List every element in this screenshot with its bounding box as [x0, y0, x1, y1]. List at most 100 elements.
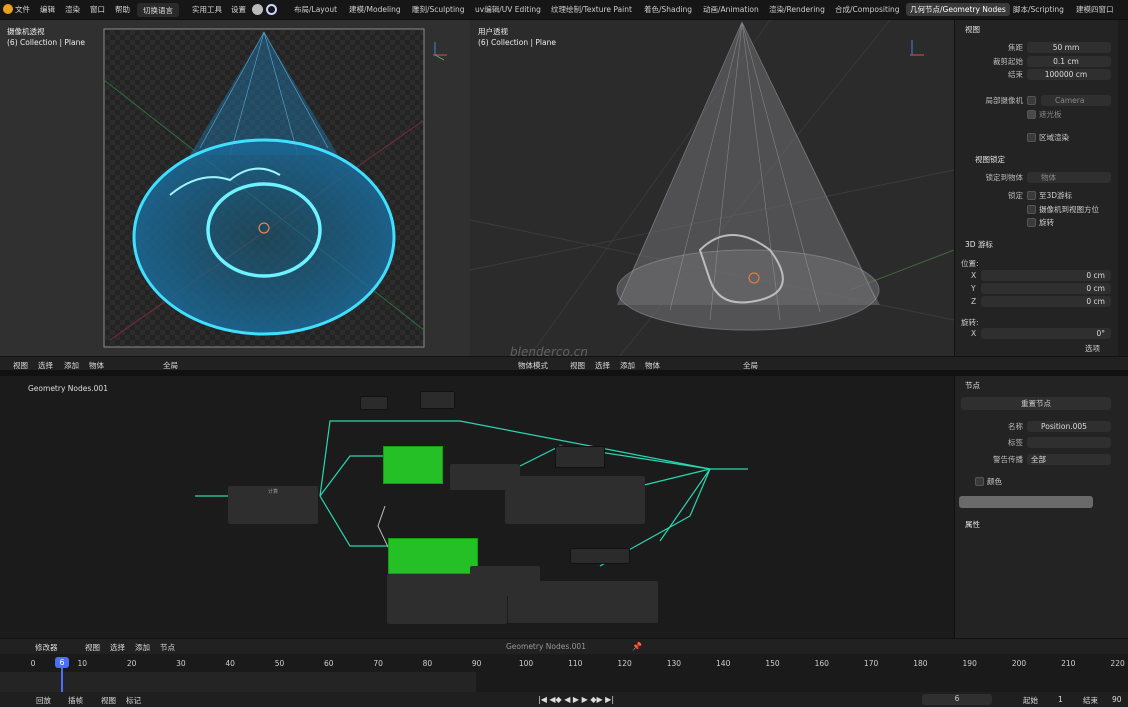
menu-render[interactable]: 渲染 [65, 4, 80, 15]
lock-object-label: 锁定到物体 [985, 173, 1024, 182]
reset-node-button[interactable]: 重置节点 [961, 397, 1111, 410]
section-view-lock[interactable]: 视图锁定 [975, 154, 1005, 165]
camera-scene-graphic [103, 28, 447, 348]
rotation-x-row: X 0° [955, 328, 1115, 341]
header-modifier[interactable]: 修改器 [35, 642, 58, 653]
tab-uv-editing[interactable]: uv编辑/UV Editing [475, 4, 541, 15]
tab-modeling[interactable]: 建模/Modeling [349, 4, 401, 15]
sidebar-tabs[interactable] [1118, 20, 1128, 356]
lock-camera-row: 摄像机到视图方位 [955, 204, 1115, 217]
timeline[interactable]: 6 0 10 20 30 40 50 60 70 80 90 100 110 120 130 140 150 1… [0, 654, 1128, 692]
playback-controls[interactable]: |◀ ◀◆ ◀ ▶ ▶ ◆▶ ▶| [538, 695, 614, 704]
tab-sculpting[interactable]: 雕刻/Sculpting [412, 4, 465, 15]
gear-icon[interactable] [252, 4, 263, 15]
tab-layout[interactable]: 布局/Layout [294, 4, 337, 15]
tab-compositing[interactable]: 合成/Compositing [835, 4, 900, 15]
header-view[interactable]: 视图 [85, 642, 100, 653]
frame-label: 计算 [268, 489, 279, 495]
timeline-tick: 30 [176, 659, 186, 668]
pin-icon[interactable]: 📌 [632, 642, 642, 651]
tab-scripting[interactable]: 脚本/Scripting [1013, 4, 1064, 15]
end-field[interactable]: 90 [1112, 695, 1122, 704]
tab-shading[interactable]: 着色/Shading [644, 4, 692, 15]
node-frame[interactable] [505, 476, 645, 524]
color-checkbox[interactable] [975, 477, 984, 486]
tab-geometry-nodes[interactable]: 几何节点/Geometry Nodes [906, 3, 1010, 16]
tab-animation[interactable]: 动画/Animation [703, 4, 759, 15]
section-view[interactable]: 视图 [965, 24, 980, 35]
warning-dropdown[interactable]: 全部 [1027, 454, 1111, 465]
timeline-range [0, 672, 476, 692]
tab-texture-paint[interactable]: 纹理绘制/Texture Paint [551, 4, 632, 15]
timeline-tick: 40 [225, 659, 235, 668]
menu-tools[interactable]: 实用工具 [192, 4, 222, 15]
lock-rotation-label: 旋转 [1039, 218, 1054, 227]
marker-menu[interactable]: 标记 [126, 695, 141, 706]
cursor-y-field[interactable]: 0 cm [981, 283, 1111, 294]
menu-edit[interactable]: 编辑 [40, 4, 55, 15]
color-swatch[interactable] [959, 496, 1093, 508]
menu-file[interactable]: 文件 [15, 4, 30, 15]
cursor-z-field[interactable]: 0 cm [981, 296, 1111, 307]
section-3d-cursor[interactable]: 3D 游标 [965, 239, 993, 250]
timeline-tick: 60 [324, 659, 334, 668]
clip-start-field[interactable]: 0.1 cm [1027, 56, 1111, 67]
passepartout-checkbox[interactable] [1027, 110, 1036, 119]
node-box[interactable] [570, 548, 630, 564]
start-field[interactable]: 1 [1058, 695, 1063, 704]
focal-field[interactable]: 50 mm [1027, 42, 1111, 53]
green-node-frame[interactable] [383, 446, 443, 484]
timeline-tick: 190 [962, 659, 977, 668]
header-select[interactable]: 选择 [110, 642, 125, 653]
header-add[interactable]: 添加 [135, 642, 150, 653]
lock-camera-checkbox[interactable] [1027, 205, 1036, 214]
user-viewport[interactable]: 用户透视 (6) Collection | Plane blenderco.cn [470, 20, 954, 359]
playback-menu[interactable]: 回放 [36, 695, 51, 706]
switch-language-button[interactable]: 切换语言 [137, 3, 179, 17]
lock-rotation-checkbox[interactable] [1027, 218, 1036, 227]
node-tree-selector[interactable]: Geometry Nodes.001 [506, 642, 586, 651]
blender-icon[interactable] [266, 4, 277, 15]
options-dropdown[interactable]: 选项 [1085, 343, 1100, 354]
view-menu[interactable]: 视图 [101, 695, 116, 706]
node-frame[interactable]: 计算 [228, 486, 318, 524]
node-frame[interactable] [508, 581, 658, 623]
focal-label: 焦距 [1008, 43, 1023, 52]
warning-row: 警告传播 全部 [955, 454, 1115, 467]
current-frame-field[interactable]: 6 [922, 694, 992, 705]
tab-rendering[interactable]: 渲染/Rendering [769, 4, 825, 15]
location-label: 位置: [961, 259, 979, 268]
node-label-field[interactable] [1027, 437, 1111, 448]
timeline-tick: 0 [30, 659, 36, 668]
header-node[interactable]: 节点 [160, 642, 175, 653]
menu-settings[interactable]: 设置 [231, 4, 246, 15]
section-attributes[interactable]: 属性 [965, 519, 980, 530]
playhead-frame[interactable]: 6 [55, 657, 69, 668]
clip-end-field[interactable]: 100000 cm [1027, 69, 1111, 80]
camera-field[interactable]: Camera [1041, 95, 1111, 106]
local-camera-checkbox[interactable] [1027, 96, 1036, 105]
node-name-field[interactable]: Position.005 [1027, 421, 1111, 432]
lock-object-field[interactable]: 物体 [1027, 172, 1111, 183]
blender-logo-icon[interactable] [3, 4, 13, 14]
lock-3d-cursor-checkbox[interactable] [1027, 191, 1036, 200]
node-box[interactable] [360, 396, 388, 410]
node-box[interactable] [420, 391, 455, 409]
menu-help[interactable]: 帮助 [115, 4, 130, 15]
green-node-frame[interactable] [388, 538, 478, 574]
cursor-x-field[interactable]: 0 cm [981, 270, 1111, 281]
node-label-label: 标签 [1008, 438, 1023, 447]
camera-viewport[interactable]: 摄像机透视 (6) Collection | Plane [0, 20, 470, 356]
tab-four-view[interactable]: 建模四窗口 [1076, 4, 1114, 15]
playback-bar: 回放 插帧 视图 标记 |◀ ◀◆ ◀ ▶ ▶ ◆▶ ▶| 6 起始 1 结束 … [0, 692, 1128, 707]
menu-window[interactable]: 窗口 [90, 4, 105, 15]
clip-end-row: 结束 100000 cm [955, 69, 1115, 82]
rotation-x-field[interactable]: 0° [981, 328, 1111, 339]
keying-menu[interactable]: 插帧 [68, 695, 83, 706]
timeline-tick: 150 [765, 659, 780, 668]
section-node[interactable]: 节点 [965, 380, 980, 391]
node-editor-canvas[interactable]: Geometry Nodes.001 计算 [0, 376, 954, 638]
region-render-checkbox[interactable] [1027, 133, 1036, 142]
node-box[interactable] [555, 446, 605, 468]
z-label: Z [971, 297, 977, 306]
